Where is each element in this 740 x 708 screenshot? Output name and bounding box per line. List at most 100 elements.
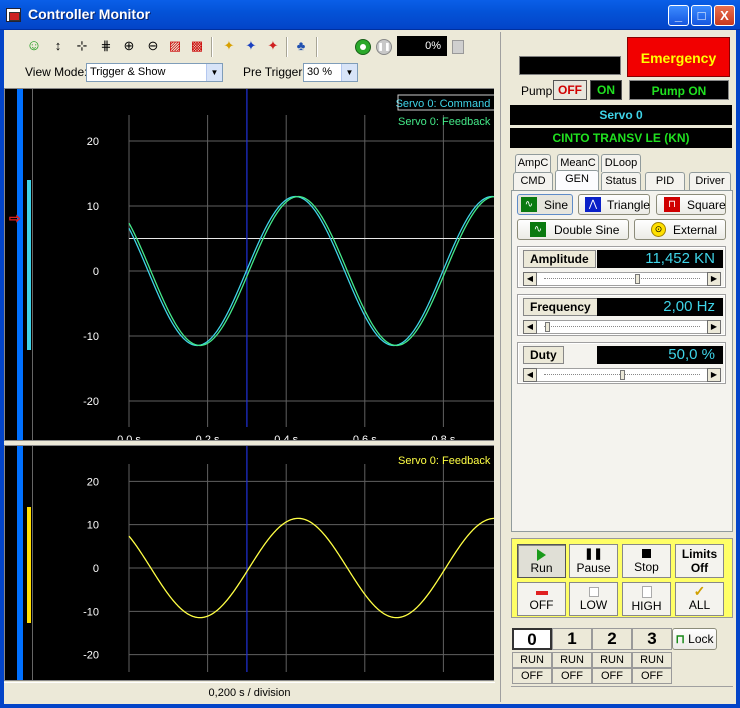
record-icon[interactable] bbox=[355, 39, 371, 55]
lock-button[interactable]: ⊓ Lock bbox=[672, 628, 717, 650]
pause-icon[interactable]: ❚❚ bbox=[376, 39, 392, 55]
scope-bottom-plot[interactable]: 0,0 s0,2 s0,4 s0,6 s0,8 s1,020100-10-20S… bbox=[33, 446, 530, 691]
plot-grid-icon[interactable]: ⋕ bbox=[97, 37, 115, 55]
pre-trigger-select[interactable]: 30 % ▼ bbox=[303, 63, 358, 82]
stop-icon bbox=[642, 549, 651, 558]
amplitude-group: Amplitude 11,452 KN ◀ ▶ bbox=[517, 246, 726, 288]
station-1-button[interactable]: 1 bbox=[552, 628, 592, 650]
high-button[interactable]: HIGH bbox=[622, 582, 671, 616]
arrow-right-icon[interactable]: ▶ bbox=[707, 272, 721, 286]
y-tick-label: 0 bbox=[93, 563, 99, 575]
tab-cmd[interactable]: CMD bbox=[513, 172, 553, 190]
emergency-button[interactable]: Emergency bbox=[627, 37, 730, 77]
duty-slider[interactable]: ◀ ▶ bbox=[523, 368, 721, 382]
off-label: OFF bbox=[529, 598, 554, 612]
sine-button[interactable]: ∿ Sine bbox=[517, 194, 573, 215]
low-label: LOW bbox=[579, 598, 608, 612]
y-tick-label: 0 bbox=[93, 266, 99, 278]
arrow-right-icon[interactable]: ▶ bbox=[707, 368, 721, 382]
config-icon[interactable]: ♣ bbox=[292, 37, 310, 55]
save-icon[interactable] bbox=[452, 40, 464, 54]
double-sine-button[interactable]: ∿ Double Sine bbox=[517, 219, 629, 240]
square-label: Square bbox=[687, 198, 726, 212]
scope-top-plot[interactable]: 0,0 s0,2 s0,4 s0,6 s0,8 s1,020100-10-20S… bbox=[33, 89, 530, 446]
duty-slider-thumb[interactable] bbox=[619, 370, 625, 380]
pump-off-button[interactable]: OFF bbox=[553, 80, 587, 100]
chart-export-icon[interactable]: ▩ bbox=[188, 37, 206, 55]
walk-slow-icon[interactable]: ✦ bbox=[220, 37, 238, 55]
legend-entry: Servo 0: Feedback (KN) bbox=[398, 116, 494, 128]
slider-ticks bbox=[544, 278, 700, 279]
arrow-left-icon[interactable]: ◀ bbox=[523, 272, 537, 286]
vertical-arrows-icon[interactable]: ↕ bbox=[49, 37, 67, 55]
view-mode-value: Trigger & Show bbox=[90, 66, 166, 78]
zoom-out-icon[interactable]: ⊖ bbox=[144, 37, 162, 55]
triangle-wave-icon: ⋀ bbox=[585, 197, 601, 212]
tab-driver[interactable]: Driver bbox=[689, 172, 731, 190]
view-mode-select[interactable]: Trigger & Show ▼ bbox=[86, 63, 223, 82]
high-indicator-icon bbox=[641, 586, 652, 598]
amplitude-slider-thumb[interactable] bbox=[635, 274, 640, 284]
pause-button[interactable]: ❚❚ Pause bbox=[569, 544, 618, 578]
right-status-strip bbox=[511, 686, 733, 703]
walk-icon[interactable]: ✦ bbox=[242, 37, 260, 55]
chevron-down-icon[interactable]: ▼ bbox=[206, 64, 222, 81]
frequency-value: 2,00 Hz bbox=[597, 298, 723, 316]
scope-top-chart: 0,0 s0,2 s0,4 s0,6 s0,8 s1,020100-10-20S… bbox=[83, 89, 530, 446]
external-label: External bbox=[673, 223, 718, 237]
tab-ampc[interactable]: AmpC bbox=[515, 154, 551, 172]
run-button[interactable]: Run bbox=[517, 544, 566, 578]
tab-status[interactable]: Status bbox=[601, 172, 641, 190]
station-3-button[interactable]: 3 bbox=[632, 628, 672, 650]
x-tick-label: 0,6 s bbox=[353, 679, 377, 680]
station-3-state: RUN bbox=[632, 652, 672, 668]
scope-top-strip: ⇨ bbox=[5, 89, 33, 440]
scope-strip-bar bbox=[17, 89, 23, 440]
square-button[interactable]: ⊓ Square bbox=[656, 194, 726, 215]
smiley-icon[interactable]: ☺ bbox=[25, 37, 43, 55]
tab-pid[interactable]: PID bbox=[645, 172, 685, 190]
hydraulic-off-button[interactable]: OFF bbox=[517, 582, 566, 616]
legend-entry: Servo 0: Feedback (KN) bbox=[398, 455, 494, 467]
servo-title: Servo 0 bbox=[510, 105, 732, 125]
x-tick-label: 0,0 s bbox=[117, 679, 141, 680]
zoom-in-icon[interactable]: ⊕ bbox=[120, 37, 138, 55]
lock-label: Lock bbox=[688, 632, 714, 646]
run-icon[interactable]: ✦ bbox=[264, 37, 282, 55]
limits-off-button[interactable]: Limits Off bbox=[675, 544, 724, 578]
scope-bottom-strip bbox=[5, 446, 33, 680]
minimize-button[interactable]: _ bbox=[668, 5, 689, 26]
y-tick-label: 20 bbox=[87, 476, 99, 488]
station-0-button[interactable]: 0 bbox=[512, 628, 552, 650]
trigger-arrow-icon[interactable]: ⇨ bbox=[9, 210, 21, 227]
plot-autoscale-icon[interactable]: ⊹ bbox=[73, 37, 91, 55]
arrow-left-icon[interactable]: ◀ bbox=[523, 320, 537, 334]
chevron-down-icon[interactable]: ▼ bbox=[341, 64, 357, 81]
external-button[interactable]: ⊙ External bbox=[634, 219, 726, 240]
duty-value: 50,0 % bbox=[597, 346, 723, 364]
frequency-slider[interactable]: ◀ ▶ bbox=[523, 320, 721, 334]
amplitude-slider[interactable]: ◀ ▶ bbox=[523, 272, 721, 286]
tab-gen[interactable]: GEN bbox=[555, 170, 599, 190]
arrow-right-icon[interactable]: ▶ bbox=[707, 320, 721, 334]
play-icon bbox=[537, 549, 546, 561]
y-tick-label: 10 bbox=[87, 520, 99, 532]
y-tick-label: 10 bbox=[87, 201, 99, 213]
maximize-button[interactable]: □ bbox=[691, 5, 712, 26]
close-button[interactable]: X bbox=[714, 5, 735, 26]
frequency-slider-thumb[interactable] bbox=[545, 322, 551, 332]
station-2-button[interactable]: 2 bbox=[592, 628, 632, 650]
arrow-left-icon[interactable]: ◀ bbox=[523, 368, 537, 382]
low-button[interactable]: LOW bbox=[569, 582, 618, 616]
run-control-panel: Run ❚❚ Pause Stop Limits Off OFF LOW HIG… bbox=[511, 538, 733, 618]
run-label: Run bbox=[530, 561, 553, 575]
stop-button[interactable]: Stop bbox=[622, 544, 671, 578]
x-tick-label: 0,2 s bbox=[196, 434, 220, 440]
triangle-button[interactable]: ⋀ Triangle bbox=[578, 194, 650, 215]
station-1-hydraulic: OFF bbox=[552, 668, 592, 684]
all-button[interactable]: ✓ ALL bbox=[675, 582, 724, 616]
tab-dloop[interactable]: DLoop bbox=[601, 154, 641, 172]
chart-settings-icon[interactable]: ▨ bbox=[166, 37, 184, 55]
external-icon: ⊙ bbox=[651, 222, 666, 237]
pump-on-button[interactable]: ON bbox=[590, 80, 622, 100]
